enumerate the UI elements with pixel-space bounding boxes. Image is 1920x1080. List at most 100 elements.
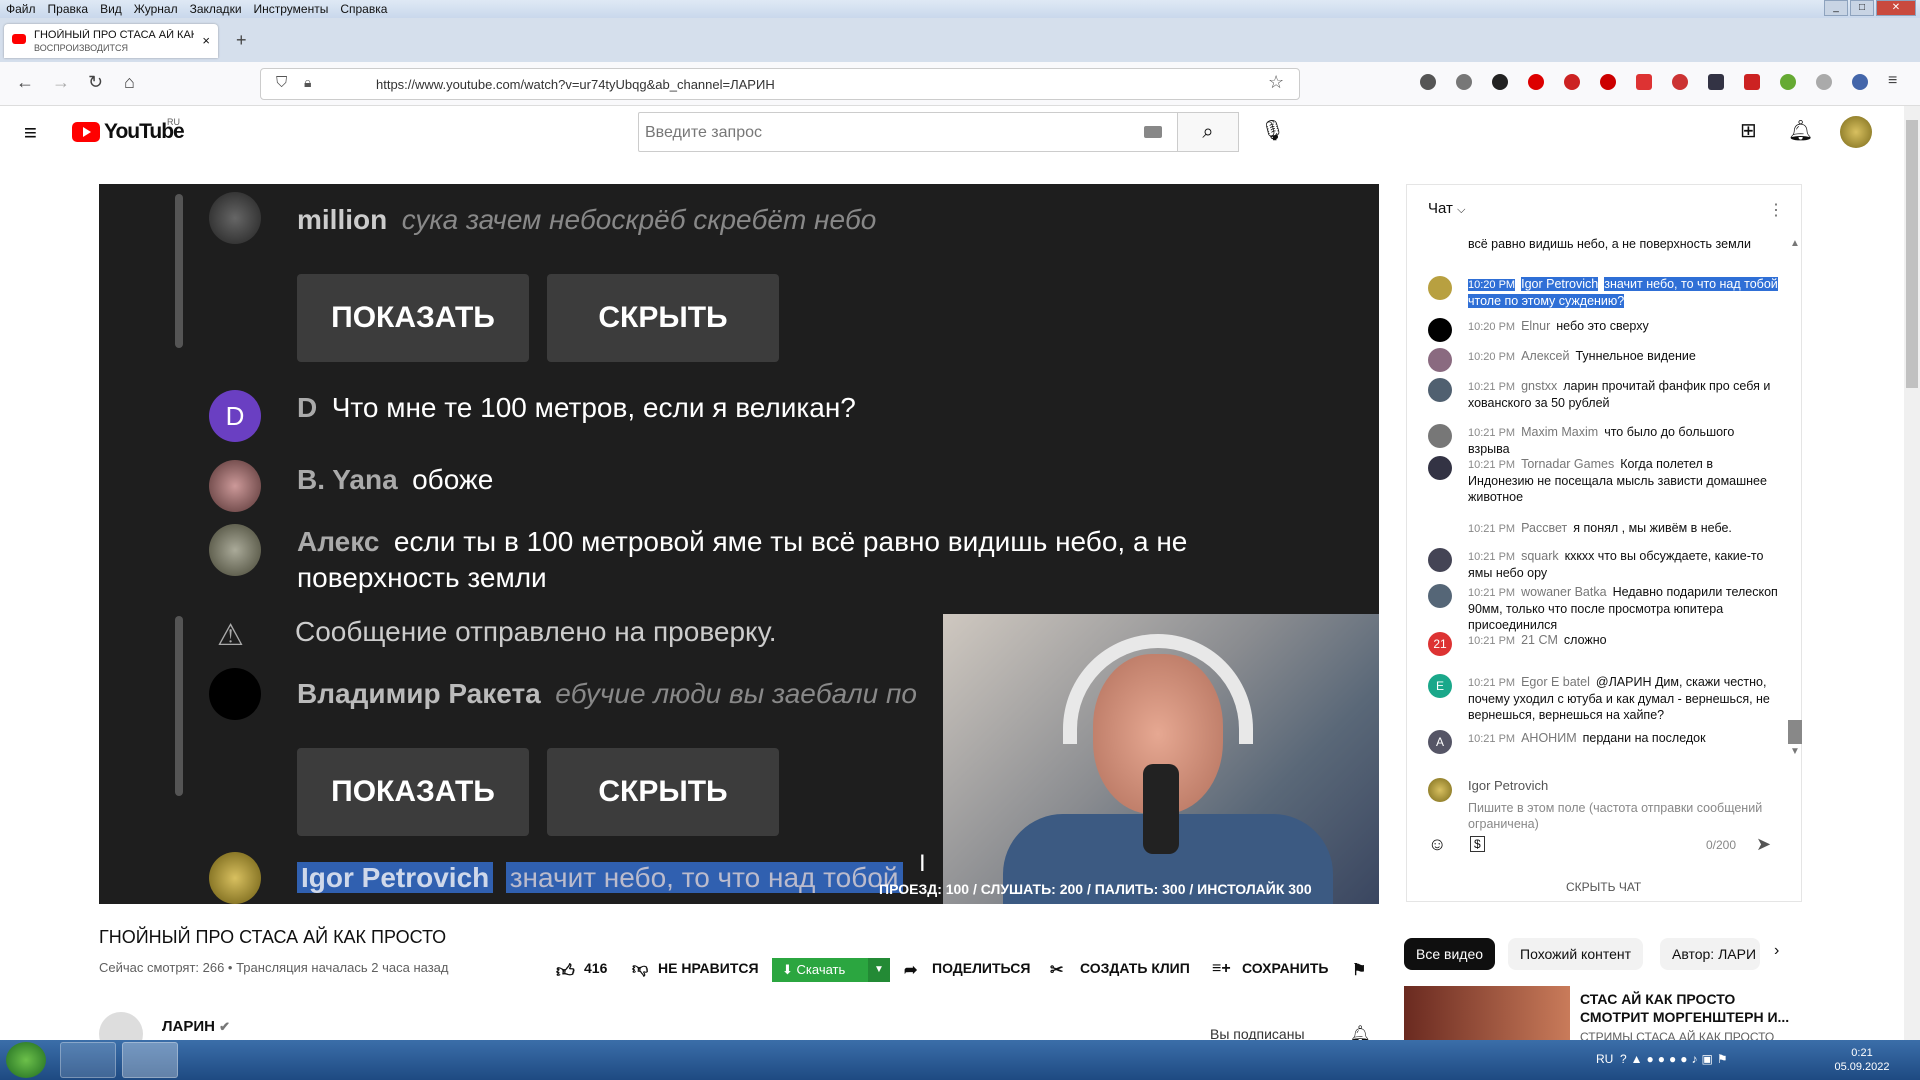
report-flag-icon[interactable]: ⚑ bbox=[1352, 960, 1366, 980]
menu-item[interactable]: Закладки bbox=[184, 2, 248, 16]
menu-item[interactable]: Правка bbox=[42, 2, 95, 16]
save-button[interactable]: СОХРАНИТЬ bbox=[1242, 960, 1328, 976]
extension-icon[interactable] bbox=[1672, 74, 1688, 90]
bookmark-star-icon[interactable]: ☆ bbox=[1268, 72, 1284, 93]
page-scrollbar-thumb[interactable] bbox=[1906, 120, 1918, 388]
chat-avatar bbox=[1428, 276, 1452, 300]
extension-icon[interactable] bbox=[1852, 74, 1868, 90]
chat-author[interactable]: 21 CM bbox=[1521, 633, 1558, 647]
menu-item[interactable]: Вид bbox=[94, 2, 128, 16]
extension-icon[interactable] bbox=[1816, 74, 1832, 90]
reload-icon[interactable]: ↻ bbox=[88, 72, 103, 93]
chat-author[interactable]: Egor E batel bbox=[1521, 675, 1590, 689]
pocket-icon[interactable] bbox=[1420, 74, 1436, 90]
chat-author[interactable]: Алексей bbox=[1521, 349, 1569, 363]
overlay-message: значит небо, то что над тобой bbox=[505, 862, 903, 893]
maximize-button[interactable]: □ bbox=[1850, 0, 1874, 16]
menu-item[interactable]: Журнал bbox=[128, 2, 184, 16]
chat-scrollbar-thumb[interactable] bbox=[1788, 720, 1802, 744]
menu-item[interactable]: Справка bbox=[334, 2, 393, 16]
download-options-button[interactable]: ▼ bbox=[868, 958, 890, 982]
scroll-up-icon[interactable]: ▲ bbox=[1790, 238, 1800, 249]
extension-icon[interactable] bbox=[1600, 74, 1616, 90]
chat-author[interactable]: gnstxx bbox=[1521, 379, 1557, 393]
system-tray-icons[interactable]: ?▲●●●●♪▣⚑ bbox=[1620, 1052, 1732, 1066]
chat-title: Чат bbox=[1428, 200, 1453, 217]
chat-author[interactable]: Igor Petrovich bbox=[1521, 277, 1599, 291]
recommended-thumbnail[interactable] bbox=[1404, 986, 1570, 1046]
chip-all-videos[interactable]: Все видео bbox=[1404, 938, 1496, 970]
menu-item[interactable]: Файл bbox=[0, 2, 42, 16]
chat-author[interactable]: АНОНИМ bbox=[1521, 731, 1577, 745]
chip-related[interactable]: Похожий контент bbox=[1508, 938, 1644, 970]
hide-chat-button[interactable]: СКРЫТЬ ЧАТ bbox=[1566, 880, 1641, 894]
recommended-title[interactable]: СТАС АЙ КАК ПРОСТО СМОТРИТ МОРГЕНШТЕРН И… bbox=[1580, 990, 1790, 1026]
chat-author[interactable]: Tornadar Games bbox=[1521, 457, 1614, 471]
keyboard-language[interactable]: RU bbox=[1596, 1052, 1613, 1066]
notifications-bell-icon[interactable]: 🔔︎ bbox=[1788, 118, 1813, 143]
taskbar-app-firefox[interactable] bbox=[122, 1042, 178, 1078]
chip-author[interactable]: Автор: ЛАРИ bbox=[1660, 938, 1760, 970]
channel-name-link[interactable]: ЛАРИН ✔ bbox=[162, 1018, 230, 1035]
chat-mode-select[interactable]: Чат ⌵ bbox=[1428, 200, 1465, 217]
chevron-right-icon[interactable]: › bbox=[1774, 942, 1779, 960]
like-count[interactable]: 416 bbox=[584, 960, 607, 976]
chat-avatar bbox=[1428, 520, 1452, 544]
library-icon[interactable] bbox=[1456, 74, 1472, 90]
extension-icon[interactable] bbox=[1708, 74, 1724, 90]
extension-icon[interactable] bbox=[1528, 74, 1544, 90]
browser-menu-icon[interactable]: ≡ bbox=[1888, 72, 1897, 90]
home-icon[interactable]: ⌂ bbox=[124, 72, 135, 93]
chat-message-input[interactable]: Пишите в этом поле (частота отправки соо… bbox=[1468, 800, 1788, 832]
create-video-icon[interactable]: ⊞ bbox=[1740, 118, 1757, 143]
url-text[interactable]: https://www.youtube.com/watch?v=ur74tyUb… bbox=[376, 77, 775, 92]
super-chat-icon[interactable]: $ bbox=[1470, 836, 1485, 852]
avatar bbox=[209, 192, 261, 244]
video-player[interactable]: million сука зачем небоскрёб скребёт неб… bbox=[99, 184, 1379, 904]
keyboard-icon[interactable] bbox=[1144, 126, 1162, 138]
new-tab-button[interactable]: + bbox=[236, 30, 247, 51]
minimize-button[interactable]: _ bbox=[1824, 0, 1848, 16]
extension-icon[interactable] bbox=[1636, 74, 1652, 90]
clip-button[interactable]: СОЗДАТЬ КЛИП bbox=[1080, 960, 1190, 976]
back-icon[interactable]: ← bbox=[16, 72, 34, 93]
taskbar-app-obs[interactable] bbox=[60, 1042, 116, 1078]
chat-author[interactable]: Maxim Maxim bbox=[1521, 425, 1598, 439]
close-tab-icon[interactable]: × bbox=[202, 33, 210, 48]
microphone-icon[interactable]: 🎙︎ bbox=[1260, 118, 1285, 143]
send-icon[interactable]: ➤ bbox=[1756, 834, 1771, 855]
extension-icon[interactable] bbox=[1564, 74, 1580, 90]
hide-button: СКРЫТЬ bbox=[547, 748, 779, 836]
chat-author[interactable]: Elnur bbox=[1521, 319, 1550, 333]
chat-author[interactable]: wowaner Batka bbox=[1521, 585, 1606, 599]
start-button[interactable] bbox=[6, 1042, 46, 1078]
share-button[interactable]: ПОДЕЛИТЬСЯ bbox=[932, 960, 1030, 976]
scroll-down-icon[interactable]: ▼ bbox=[1790, 746, 1800, 757]
emoji-icon[interactable]: ☺ bbox=[1428, 834, 1446, 855]
dislike-icon[interactable]: 👎︎ bbox=[632, 960, 648, 979]
chat-avatar bbox=[1428, 584, 1452, 608]
save-playlist-icon[interactable]: ≡+ bbox=[1212, 960, 1231, 978]
menu-item[interactable]: Инструменты bbox=[248, 2, 335, 16]
like-icon[interactable]: 👍︎ bbox=[556, 960, 575, 982]
hamburger-menu-icon[interactable]: ≡ bbox=[24, 120, 37, 146]
lock-icon[interactable]: 🔒︎ bbox=[304, 74, 311, 91]
extension-icon[interactable] bbox=[1780, 74, 1796, 90]
youtube-logo-icon[interactable] bbox=[72, 122, 100, 142]
chat-avatar bbox=[1428, 318, 1452, 342]
account-avatar[interactable] bbox=[1840, 116, 1872, 148]
forward-icon[interactable]: → bbox=[52, 72, 70, 93]
browser-tab[interactable]: ГНОЙНЫЙ ПРО СТАСА АЙ КАК ... ВОСПРОИЗВОД… bbox=[4, 24, 218, 58]
clock[interactable]: 0:21 05.09.2022 bbox=[1832, 1046, 1892, 1074]
chat-author[interactable]: Рассвет bbox=[1521, 521, 1567, 535]
shield-icon[interactable]: ⛉ bbox=[276, 74, 287, 91]
chat-author[interactable]: squark bbox=[1521, 549, 1559, 563]
search-button[interactable]: ⌕ bbox=[1177, 112, 1239, 152]
extension-icon[interactable] bbox=[1744, 74, 1760, 90]
extension-icon[interactable] bbox=[1492, 74, 1508, 90]
dislike-button[interactable]: НЕ НРАВИТСЯ bbox=[658, 960, 759, 976]
more-options-icon[interactable]: ⋮ bbox=[1768, 200, 1784, 220]
share-icon[interactable]: ➦ bbox=[904, 960, 917, 980]
close-window-button[interactable]: ✕ bbox=[1876, 0, 1916, 16]
scissors-icon[interactable]: ✂ bbox=[1050, 960, 1063, 980]
